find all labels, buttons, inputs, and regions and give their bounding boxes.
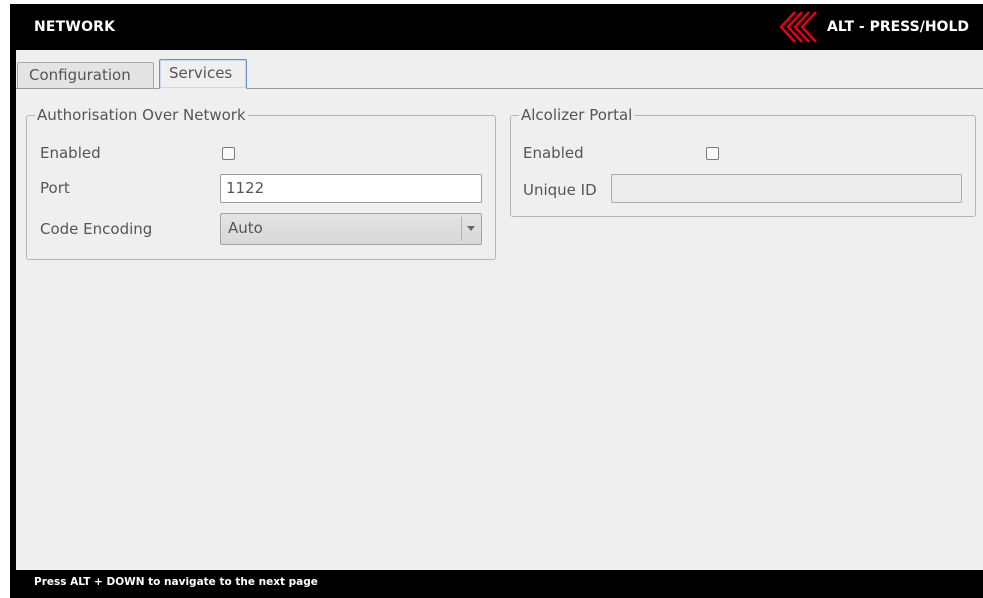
- authorisation-group: Authorisation Over Network Enabled Port …: [26, 106, 496, 260]
- port-label: Port: [40, 179, 70, 197]
- tab-services[interactable]: Services: [159, 59, 247, 89]
- portal-enabled-label: Enabled: [523, 144, 584, 162]
- portal-legend: Alcolizer Portal: [519, 106, 635, 124]
- unique-id-input[interactable]: [611, 174, 962, 203]
- code-encoding-select[interactable]: Auto: [220, 213, 482, 245]
- chevron-down-icon: [467, 226, 475, 231]
- footer-bar: Press ALT + DOWN to navigate to the next…: [10, 570, 983, 598]
- page-title: NETWORK: [34, 19, 116, 35]
- port-input[interactable]: 1122: [220, 174, 482, 203]
- alt-press-hold-label: ALT - PRESS/HOLD: [827, 19, 969, 35]
- tab-bar: Configuration Services: [16, 59, 983, 89]
- header-bar: NETWORK ALT - PRESS/HOLD: [10, 4, 983, 50]
- alt-hint: ALT - PRESS/HOLD: [777, 4, 969, 50]
- code-encoding-value: Auto: [228, 219, 263, 237]
- alcolizer-portal-group: Alcolizer Portal Enabled Unique ID: [510, 106, 976, 217]
- authorisation-legend: Authorisation Over Network: [35, 106, 248, 124]
- combo-divider: [461, 217, 462, 241]
- code-encoding-label: Code Encoding: [40, 220, 153, 238]
- unique-id-label: Unique ID: [523, 181, 597, 199]
- navigation-hint: Press ALT + DOWN to navigate to the next…: [34, 576, 318, 588]
- auth-enabled-label: Enabled: [40, 144, 101, 162]
- main-content: Configuration Services Authorisation Ove…: [16, 50, 983, 570]
- auth-enabled-checkbox[interactable]: [222, 147, 235, 160]
- chevron-left-icon: [779, 11, 817, 43]
- tab-configuration[interactable]: Configuration: [17, 62, 154, 88]
- portal-enabled-checkbox[interactable]: [706, 147, 719, 160]
